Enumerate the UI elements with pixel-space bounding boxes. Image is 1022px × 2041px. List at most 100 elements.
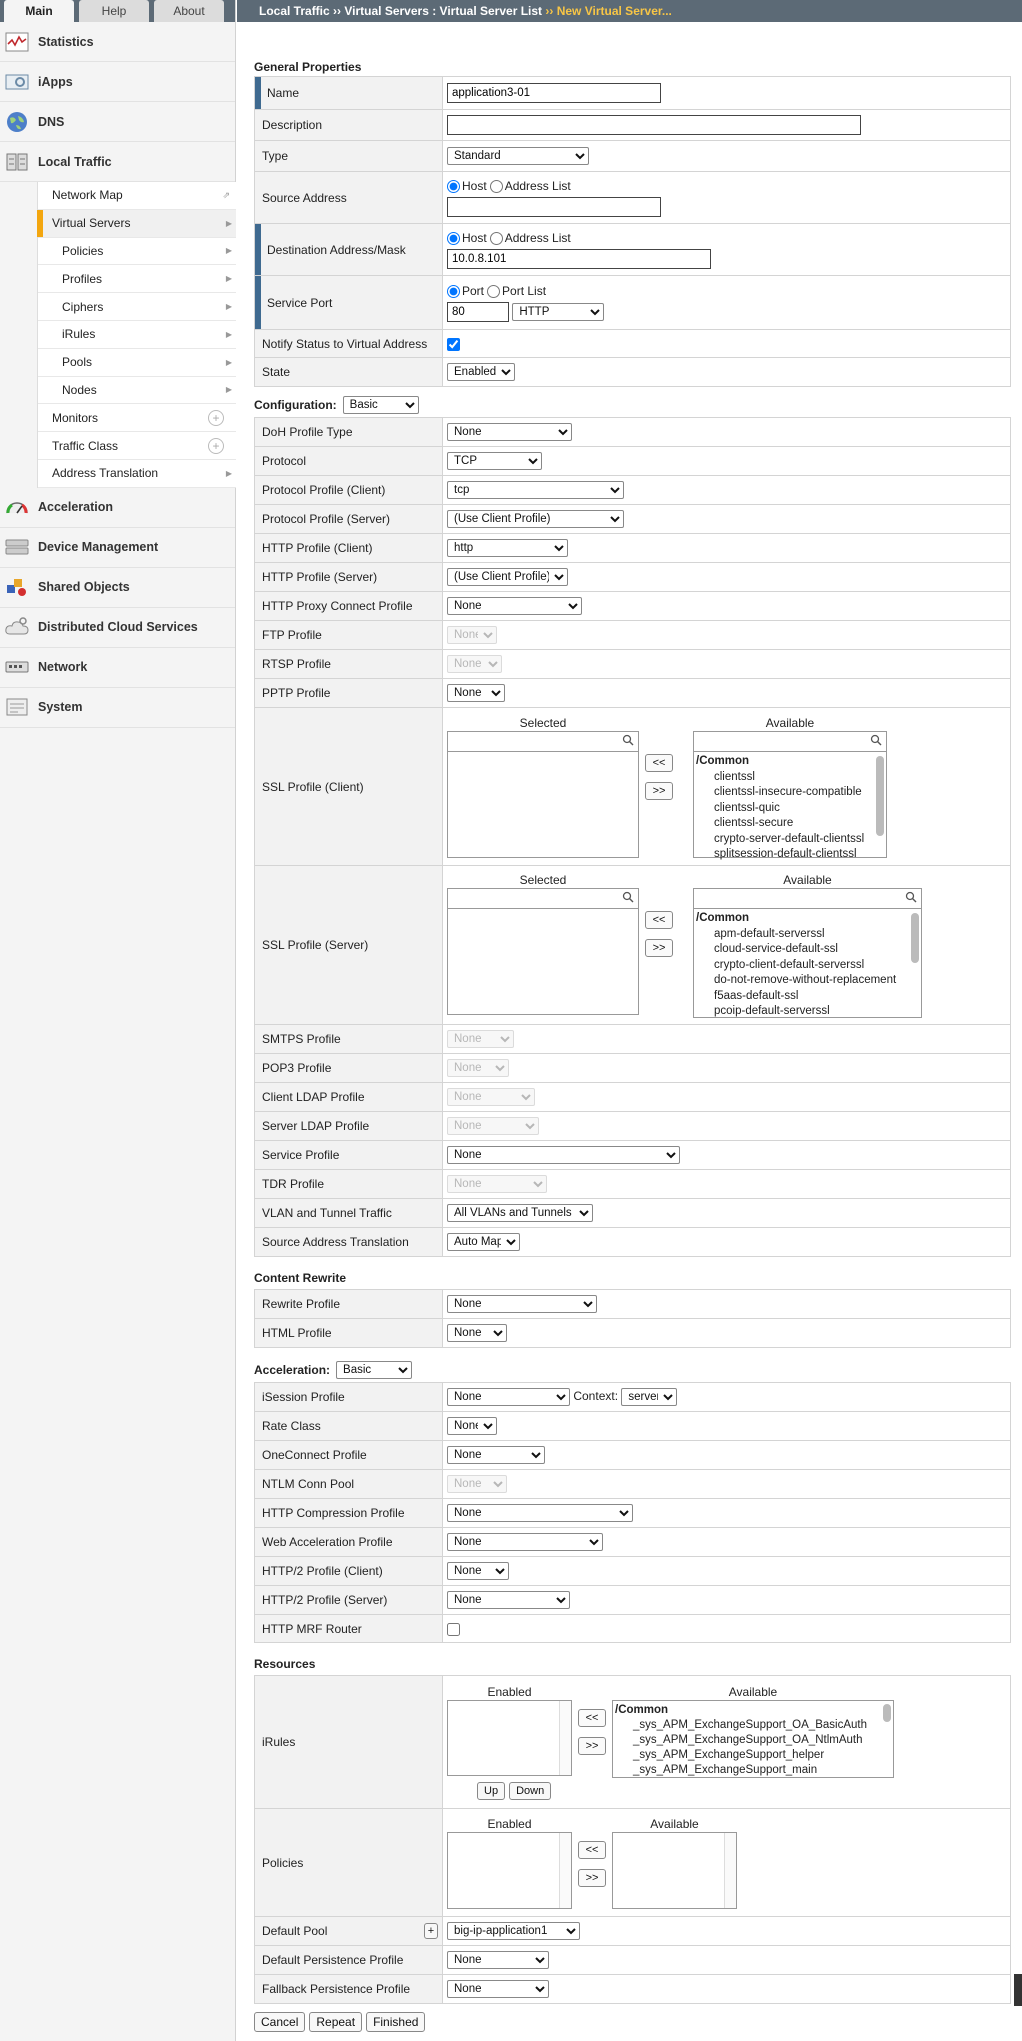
scrollbar[interactable] bbox=[883, 1704, 891, 1722]
list-item[interactable]: _sys_APM_ExchangeSupport_main bbox=[615, 1763, 891, 1778]
http-compression-profile-select[interactable]: None bbox=[447, 1504, 633, 1522]
move-left-button[interactable]: << bbox=[578, 1841, 606, 1859]
scrollbar[interactable] bbox=[911, 913, 919, 963]
feedback-tab[interactable] bbox=[1014, 1974, 1022, 2006]
nav-system[interactable]: System bbox=[0, 688, 235, 728]
scrollbar[interactable] bbox=[724, 1833, 736, 1908]
nav-network[interactable]: Network bbox=[0, 648, 235, 688]
notify-status-checkbox[interactable] bbox=[447, 337, 460, 351]
sidebar-item-address-translation[interactable]: Address Translation ▶ bbox=[38, 460, 236, 488]
nav-distributed-cloud-services[interactable]: Distributed Cloud Services bbox=[0, 608, 235, 648]
source-address-input[interactable] bbox=[447, 196, 661, 217]
context-select[interactable]: server bbox=[621, 1388, 678, 1406]
name-input[interactable] bbox=[447, 83, 661, 103]
sidebar-item-ciphers[interactable]: Ciphers ▶ bbox=[38, 293, 236, 321]
tab-help[interactable]: Help bbox=[79, 0, 149, 22]
vlan-and-tunnel-traffic-select[interactable]: All VLANs and Tunnels bbox=[447, 1204, 593, 1222]
scrollbar[interactable] bbox=[559, 1833, 571, 1908]
available-search[interactable] bbox=[694, 889, 921, 909]
acceleration-mode-select[interactable]: Basic bbox=[336, 1361, 413, 1379]
html-profile-select[interactable]: None bbox=[447, 1324, 507, 1342]
repeat-button[interactable]: Repeat bbox=[309, 2012, 363, 2032]
irule-up-button[interactable]: Up bbox=[477, 1782, 506, 1800]
destination-host-radio[interactable] bbox=[447, 231, 460, 245]
rewrite-profile-select[interactable]: None bbox=[447, 1295, 597, 1313]
irules-available-list[interactable]: /Common _sys_APM_ExchangeSupport_OA_Basi… bbox=[612, 1700, 894, 1778]
breadcrumb-local-traffic[interactable]: Local Traffic bbox=[259, 4, 330, 18]
irules-enabled-list[interactable] bbox=[447, 1700, 572, 1776]
move-right-button[interactable]: >> bbox=[578, 1869, 606, 1887]
sidebar-item-policies[interactable]: Policies ▶ bbox=[38, 238, 236, 266]
source-address-translation-select[interactable]: Auto Map bbox=[447, 1233, 520, 1251]
service-port-select[interactable]: HTTP bbox=[512, 302, 605, 321]
http-profile-server-select[interactable]: (Use Client Profile) bbox=[447, 568, 568, 586]
service-port-list-radio[interactable] bbox=[487, 284, 501, 298]
service-profile-select[interactable]: None bbox=[447, 1146, 680, 1164]
nav-dns[interactable]: DNS bbox=[0, 102, 235, 142]
isession-select[interactable]: None bbox=[447, 1388, 570, 1406]
policies-enabled-list[interactable] bbox=[447, 1832, 572, 1909]
breadcrumb-virtual-server-list[interactable]: Virtual Servers : Virtual Server List bbox=[344, 4, 542, 18]
service-port-radio[interactable] bbox=[447, 284, 460, 298]
configuration-mode-select[interactable]: Basic bbox=[342, 396, 419, 414]
list-item[interactable]: _sys_APM_ExchangeSupport_OA_NtlmAuth bbox=[615, 1733, 891, 1748]
source-host-radio[interactable] bbox=[447, 179, 460, 193]
doh-profile-type-select[interactable]: None bbox=[447, 423, 572, 441]
ssl-client-selected-list[interactable] bbox=[447, 731, 639, 858]
available-search[interactable] bbox=[694, 732, 886, 752]
list-item[interactable]: apm-default-serverssl bbox=[696, 927, 919, 943]
default-persistence-select[interactable]: None bbox=[447, 1951, 549, 1969]
sidebar-item-monitors[interactable]: Monitors + bbox=[38, 404, 236, 433]
nav-acceleration[interactable]: Acceleration bbox=[0, 488, 235, 528]
protocol-profile-server-select[interactable]: (Use Client Profile) bbox=[447, 510, 624, 528]
list-item[interactable]: clientssl-quic bbox=[696, 801, 884, 817]
ssl-server-available-list[interactable]: /Common apm-default-serverssl cloud-serv… bbox=[693, 888, 922, 1018]
protocol-select[interactable]: TCP bbox=[447, 452, 542, 470]
policies-available-list[interactable] bbox=[612, 1832, 737, 1909]
move-right-button[interactable]: >> bbox=[645, 782, 673, 800]
http-2-profile-server-select[interactable]: None bbox=[447, 1591, 570, 1609]
ssl-server-selected-list[interactable] bbox=[447, 888, 639, 1015]
http-proxy-connect-profile-select[interactable]: None bbox=[447, 597, 582, 615]
tab-about[interactable]: About bbox=[154, 0, 224, 22]
nav-shared-objects[interactable]: Shared Objects bbox=[0, 568, 235, 608]
scrollbar[interactable] bbox=[559, 1701, 571, 1775]
nav-iapps[interactable]: iApps bbox=[0, 62, 235, 102]
irule-down-button[interactable]: Down bbox=[509, 1782, 552, 1800]
service-port-input[interactable] bbox=[447, 301, 509, 322]
nav-statistics[interactable]: Statistics bbox=[0, 22, 235, 62]
add-circle-icon[interactable]: + bbox=[208, 409, 224, 426]
description-input[interactable] bbox=[447, 115, 861, 135]
sidebar-item-nodes[interactable]: Nodes ▶ bbox=[38, 377, 236, 405]
move-left-button[interactable]: << bbox=[645, 911, 673, 929]
move-right-button[interactable]: >> bbox=[578, 1737, 606, 1755]
sidebar-item-profiles[interactable]: Profiles ▶ bbox=[38, 265, 236, 294]
list-item[interactable]: f5aas-default-ssl bbox=[696, 989, 919, 1005]
list-item[interactable]: cloud-service-default-ssl bbox=[696, 942, 919, 958]
default-pool-select[interactable]: big-ip-application1 bbox=[447, 1922, 580, 1940]
scrollbar[interactable] bbox=[876, 756, 884, 836]
http-profile-client-select[interactable]: http bbox=[447, 539, 568, 557]
add-circle-icon[interactable]: + bbox=[208, 437, 224, 454]
move-left-button[interactable]: << bbox=[578, 1709, 606, 1727]
list-item[interactable]: clientssl-insecure-compatible bbox=[696, 785, 884, 801]
selected-search[interactable] bbox=[448, 889, 638, 909]
finished-button[interactable]: Finished bbox=[366, 2012, 426, 2032]
list-item[interactable]: splitsession-default-clientssl bbox=[696, 847, 884, 863]
add-pool-button[interactable]: + bbox=[424, 1923, 438, 1939]
state-select[interactable]: Enabled bbox=[447, 363, 515, 381]
destination-address-input[interactable] bbox=[447, 248, 711, 269]
rate-class-select[interactable]: None bbox=[447, 1417, 497, 1435]
move-left-button[interactable]: << bbox=[645, 754, 673, 772]
sidebar-item-irules[interactable]: iRules ▶ bbox=[38, 321, 236, 349]
tab-main[interactable]: Main bbox=[4, 0, 74, 22]
nav-device-management[interactable]: Device Management bbox=[0, 528, 235, 568]
pptp-profile-select[interactable]: None bbox=[447, 684, 505, 702]
http-mrf-router-checkbox[interactable] bbox=[447, 1622, 460, 1636]
ssl-client-available-list[interactable]: /Common clientssl clientssl-insecure-com… bbox=[693, 731, 887, 860]
sidebar-item-virtual-servers[interactable]: Virtual Servers ▶ bbox=[37, 209, 236, 238]
nav-local-traffic[interactable]: Local Traffic bbox=[0, 142, 235, 182]
type-select[interactable]: Standard bbox=[447, 147, 589, 165]
list-item[interactable]: clientssl bbox=[696, 770, 884, 786]
cancel-button[interactable]: Cancel bbox=[254, 2012, 306, 2032]
